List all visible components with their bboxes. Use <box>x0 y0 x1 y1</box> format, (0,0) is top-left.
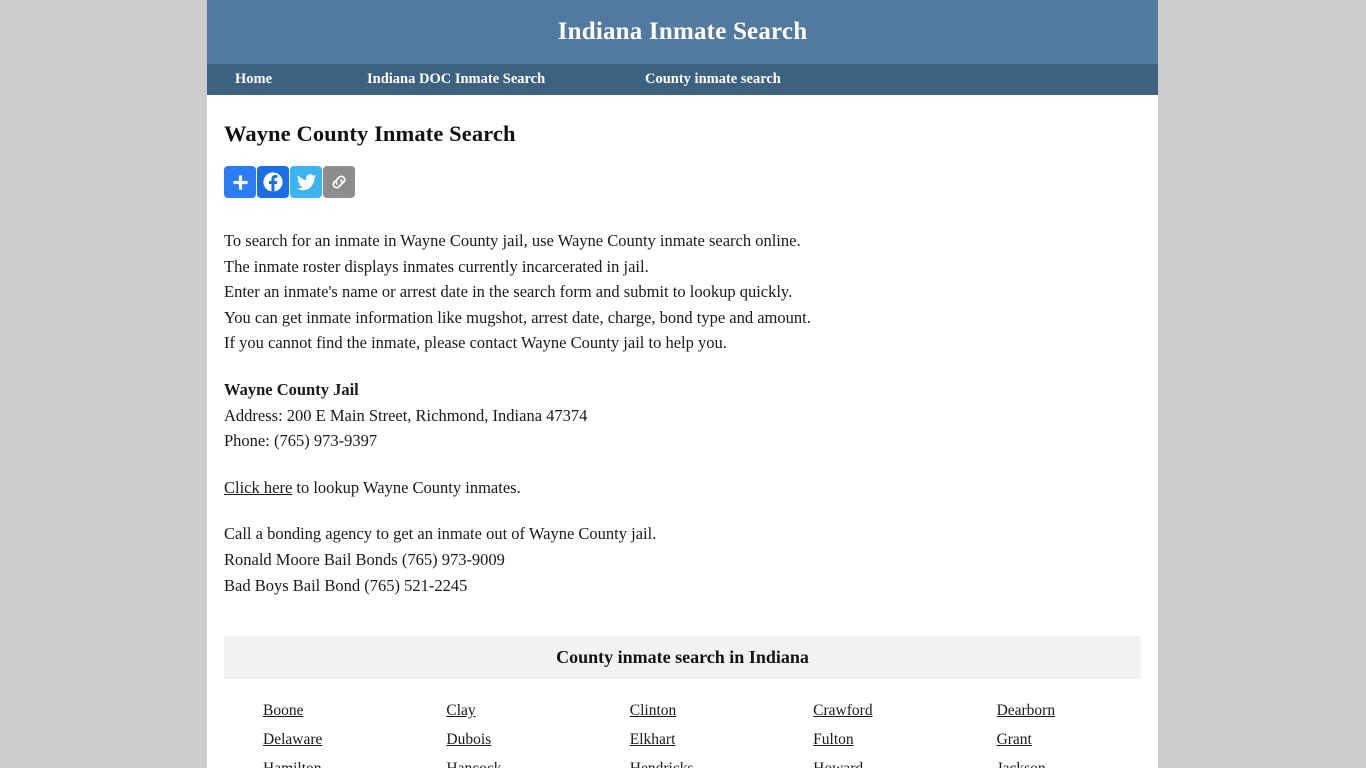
bonding-agency-block: Call a bonding agency to get an inmate o… <box>224 521 1141 598</box>
link-icon <box>329 172 349 192</box>
site-container: Indiana Inmate Search Home Indiana DOC I… <box>207 0 1158 768</box>
table-row: Hamilton Hancock Hendricks Howard Jackso… <box>224 754 1141 768</box>
county-link-elkhart[interactable]: Elkhart <box>630 731 676 748</box>
table-row: Boone Clay Clinton Crawford Dearborn <box>224 696 1141 725</box>
county-link-delaware[interactable]: Delaware <box>263 731 322 748</box>
county-link-hancock[interactable]: Hancock <box>446 760 501 768</box>
facebook-icon <box>262 171 284 193</box>
intro-line: You can get inmate information like mugs… <box>224 305 1141 331</box>
county-search-section: County inmate search in Indiana Boone Cl… <box>224 636 1141 768</box>
county-link-fulton[interactable]: Fulton <box>813 731 853 748</box>
county-link-boone[interactable]: Boone <box>263 702 303 719</box>
county-inmate-search-table: County inmate search in Indiana Boone Cl… <box>224 636 1141 768</box>
jail-address: Address: 200 E Main Street, Richmond, In… <box>224 403 1141 429</box>
plus-icon <box>231 173 250 192</box>
page-root: Indiana Inmate Search Home Indiana DOC I… <box>0 0 1366 768</box>
lookup-line: Click here to lookup Wayne County inmate… <box>224 475 1141 501</box>
page-title: Wayne County Inmate Search <box>224 95 1141 147</box>
spacer-row <box>224 679 1141 696</box>
county-link-crawford[interactable]: Crawford <box>813 702 872 719</box>
county-link-hamilton[interactable]: Hamilton <box>263 760 322 768</box>
twitter-icon <box>296 172 317 193</box>
nav-item-county-inmate-search[interactable]: County inmate search <box>645 71 781 88</box>
county-link-dubois[interactable]: Dubois <box>446 731 491 748</box>
bonding-agency: Ronald Moore Bail Bonds (765) 973-9009 <box>224 547 1141 573</box>
nav-item-home[interactable]: Home <box>235 71 367 88</box>
intro-paragraph: To search for an inmate in Wayne County … <box>224 228 1141 356</box>
click-here-link[interactable]: Click here <box>224 478 292 497</box>
county-link-grant[interactable]: Grant <box>997 731 1032 748</box>
nav-item-indiana-doc-inmate-search[interactable]: Indiana DOC Inmate Search <box>367 71 645 88</box>
intro-line: Enter an inmate's name or arrest date in… <box>224 279 1141 305</box>
intro-line: To search for an inmate in Wayne County … <box>224 228 1141 254</box>
intro-line: If you cannot find the inmate, please co… <box>224 330 1141 356</box>
jail-info-block: Wayne County Jail Address: 200 E Main St… <box>224 377 1141 454</box>
facebook-share-button[interactable] <box>257 166 289 198</box>
county-link-jackson[interactable]: Jackson <box>997 760 1046 768</box>
twitter-share-button[interactable] <box>290 166 322 198</box>
table-row: Delaware Dubois Elkhart Fulton Grant <box>224 725 1141 754</box>
site-header: Indiana Inmate Search <box>207 0 1158 64</box>
bonding-intro: Call a bonding agency to get an inmate o… <box>224 521 1141 547</box>
jail-phone: Phone: (765) 973-9397 <box>224 428 1141 454</box>
county-link-clay[interactable]: Clay <box>446 702 475 719</box>
county-link-hendricks[interactable]: Hendricks <box>630 760 694 768</box>
share-button-row <box>224 166 1141 198</box>
main-content: Wayne County Inmate Search <box>207 95 1158 768</box>
county-table-header-row: County inmate search in Indiana <box>224 636 1141 679</box>
county-link-dearborn[interactable]: Dearborn <box>997 702 1056 719</box>
addthis-share-button[interactable] <box>224 166 256 198</box>
lookup-rest-text: to lookup Wayne County inmates. <box>292 478 520 497</box>
bonding-agency: Bad Boys Bail Bond (765) 521-2245 <box>224 573 1141 599</box>
intro-line: The inmate roster displays inmates curre… <box>224 254 1141 280</box>
county-link-clinton[interactable]: Clinton <box>630 702 677 719</box>
site-title: Indiana Inmate Search <box>558 18 808 46</box>
county-table-caption: County inmate search in Indiana <box>224 636 1141 679</box>
copy-link-share-button[interactable] <box>323 166 355 198</box>
jail-name: Wayne County Jail <box>224 377 1141 403</box>
county-link-howard[interactable]: Howard <box>813 760 863 768</box>
main-navigation: Home Indiana DOC Inmate Search County in… <box>207 64 1158 95</box>
